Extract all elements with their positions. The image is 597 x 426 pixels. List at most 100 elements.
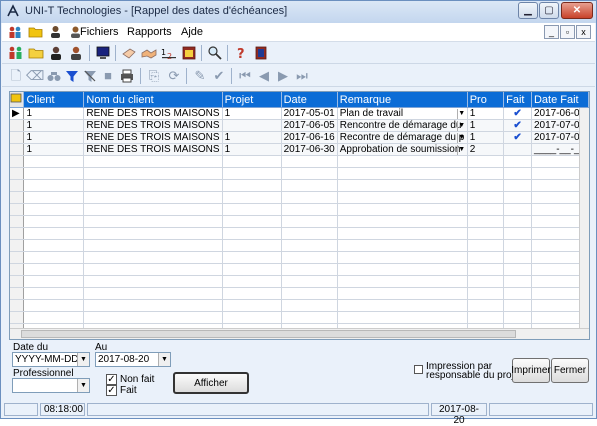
- employee-icon[interactable]: [48, 45, 64, 61]
- empty-cell[interactable]: [467, 287, 505, 300]
- minimize-button[interactable]: ▁: [518, 2, 538, 19]
- close-button[interactable]: ✕: [561, 2, 593, 19]
- empty-cell[interactable]: [467, 191, 505, 204]
- cell-client[interactable]: 1: [23, 119, 85, 132]
- exit-door-icon[interactable]: [253, 45, 269, 61]
- empty-table-row[interactable]: [10, 299, 589, 312]
- mdi-close-button[interactable]: x: [576, 25, 591, 39]
- cell-projet[interactable]: 1: [222, 131, 282, 144]
- column-client[interactable]: Client: [23, 92, 85, 108]
- row-selector[interactable]: [10, 215, 25, 228]
- empty-table-row[interactable]: [10, 227, 589, 240]
- calendar-red-icon[interactable]: [181, 45, 197, 61]
- hand-pointer-icon[interactable]: [121, 45, 137, 61]
- empty-cell[interactable]: [23, 239, 85, 252]
- empty-cell[interactable]: [281, 215, 338, 228]
- users-icon[interactable]: [8, 25, 23, 39]
- row-selector[interactable]: [10, 155, 25, 168]
- empty-cell[interactable]: [467, 215, 505, 228]
- empty-table-row[interactable]: [10, 275, 589, 288]
- empty-cell[interactable]: [23, 179, 85, 192]
- empty-cell[interactable]: [83, 299, 223, 312]
- empty-cell[interactable]: [281, 239, 338, 252]
- search-people-icon[interactable]: [207, 45, 223, 61]
- fermer-button[interactable]: Fermer: [551, 358, 589, 383]
- cell-client[interactable]: 1: [23, 131, 85, 144]
- empty-cell[interactable]: [83, 203, 223, 216]
- empty-cell[interactable]: [503, 215, 532, 228]
- professionnel-select[interactable]: ▼: [12, 378, 90, 393]
- empty-cell[interactable]: [503, 203, 532, 216]
- empty-cell[interactable]: [222, 275, 282, 288]
- cell-pro[interactable]: 1: [467, 107, 505, 120]
- row-selector[interactable]: [10, 299, 25, 312]
- cell-fait-checkbox[interactable]: ✔: [503, 107, 532, 120]
- empty-cell[interactable]: [23, 275, 85, 288]
- header-corner[interactable]: [10, 92, 25, 108]
- empty-cell[interactable]: [467, 251, 505, 264]
- empty-cell[interactable]: [503, 155, 532, 168]
- table-row[interactable]: ▶ 1 RENE DES TROIS MAISONS 1 2017-05-01 …: [10, 107, 589, 120]
- empty-cell[interactable]: [23, 251, 85, 264]
- cell-date[interactable]: 2017-06-16: [281, 131, 338, 144]
- cell-fait-checkbox[interactable]: ✔: [503, 131, 532, 144]
- empty-cell[interactable]: [23, 227, 85, 240]
- chevron-down-icon[interactable]: ▼: [456, 145, 466, 155]
- empty-cell[interactable]: [281, 191, 338, 204]
- empty-table-row[interactable]: [10, 311, 589, 324]
- empty-cell[interactable]: [222, 167, 282, 180]
- empty-table-row[interactable]: [10, 215, 589, 228]
- au-field[interactable]: 2017-08-20 ▼: [95, 352, 171, 367]
- empty-cell[interactable]: [503, 167, 532, 180]
- cell-projet[interactable]: 1: [222, 107, 282, 120]
- vertical-scrollbar[interactable]: [579, 108, 589, 328]
- row-selector[interactable]: [10, 227, 25, 240]
- row-selector[interactable]: [10, 311, 25, 324]
- cell-remarque[interactable]: Plan de travail ▼: [337, 107, 468, 120]
- chevron-down-icon[interactable]: ▼: [77, 353, 89, 366]
- table-row[interactable]: 1 RENE DES TROIS MAISONS 1 2017-06-30 Ap…: [10, 143, 589, 156]
- empty-cell[interactable]: [222, 251, 282, 264]
- chevron-down-icon[interactable]: ▼: [158, 353, 170, 366]
- empty-cell[interactable]: [23, 167, 85, 180]
- scrollbar-thumb[interactable]: [21, 330, 516, 338]
- empty-cell[interactable]: [222, 239, 282, 252]
- empty-cell[interactable]: [281, 155, 338, 168]
- empty-cell[interactable]: [83, 167, 223, 180]
- empty-cell[interactable]: [281, 275, 338, 288]
- cell-pro[interactable]: 1: [467, 131, 505, 144]
- chevron-down-icon[interactable]: ▼: [456, 133, 466, 143]
- empty-cell[interactable]: [337, 155, 468, 168]
- empty-table-row[interactable]: [10, 179, 589, 192]
- non-fait-checkbox[interactable]: ✓: [106, 374, 117, 385]
- row-selector[interactable]: [10, 263, 25, 276]
- empty-cell[interactable]: [467, 299, 505, 312]
- empty-cell[interactable]: [222, 155, 282, 168]
- table-row[interactable]: 1 RENE DES TROIS MAISONS 1 2017-06-16 Re…: [10, 131, 589, 144]
- empty-table-row[interactable]: [10, 167, 589, 180]
- column-remarque[interactable]: Remarque: [337, 92, 468, 108]
- cell-fait-checkbox[interactable]: ✔: [503, 119, 532, 132]
- cell-client[interactable]: 1: [23, 143, 85, 156]
- row-selector-icon[interactable]: ▶: [10, 107, 25, 120]
- horizontal-scrollbar[interactable]: [10, 328, 589, 339]
- empty-cell[interactable]: [337, 239, 468, 252]
- row-selector[interactable]: [10, 143, 25, 156]
- impression-checkbox[interactable]: [414, 365, 423, 374]
- empty-cell[interactable]: [83, 251, 223, 264]
- folder-icon[interactable]: [28, 25, 43, 39]
- empty-cell[interactable]: [503, 311, 532, 324]
- empty-cell[interactable]: [222, 191, 282, 204]
- cell-nom[interactable]: RENE DES TROIS MAISONS: [83, 143, 223, 156]
- afficher-button[interactable]: Afficher: [173, 372, 249, 394]
- empty-cell[interactable]: [83, 215, 223, 228]
- empty-cell[interactable]: [503, 251, 532, 264]
- empty-cell[interactable]: [222, 311, 282, 324]
- cell-date[interactable]: 2017-06-05: [281, 119, 338, 132]
- row-selector[interactable]: [10, 131, 25, 144]
- empty-cell[interactable]: [467, 263, 505, 276]
- empty-cell[interactable]: [337, 203, 468, 216]
- empty-cell[interactable]: [337, 227, 468, 240]
- cell-pro[interactable]: 1: [467, 119, 505, 132]
- empty-cell[interactable]: [337, 215, 468, 228]
